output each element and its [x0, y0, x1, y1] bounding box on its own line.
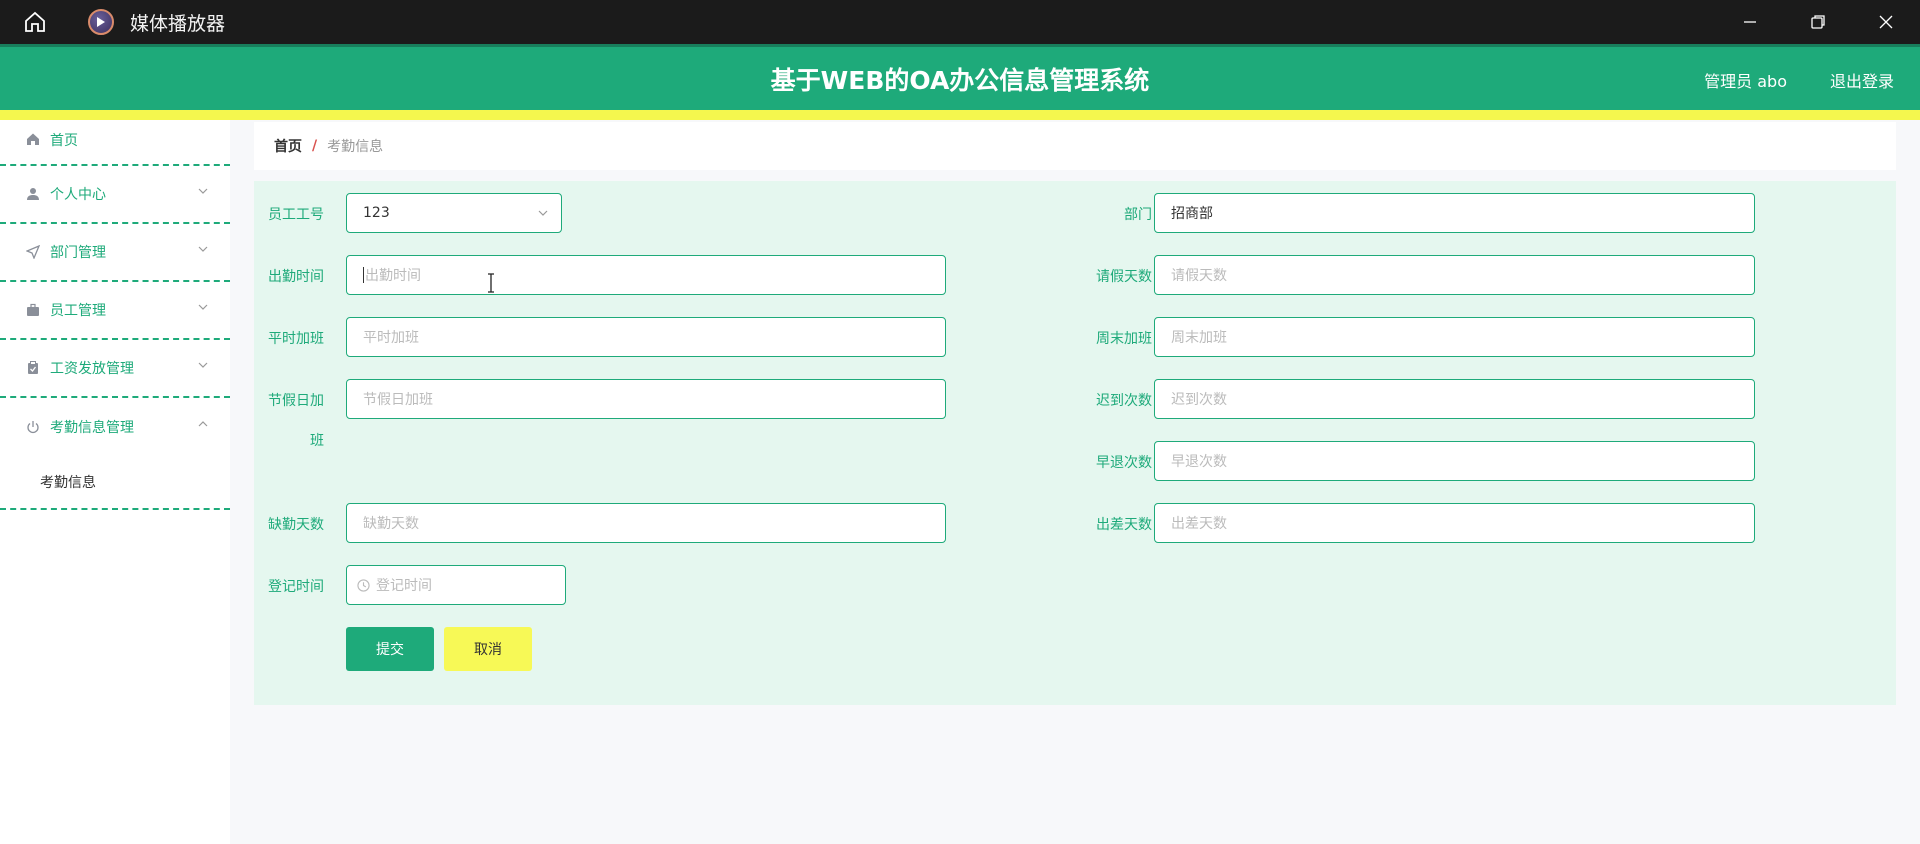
submit-button[interactable]: 提交	[346, 627, 434, 671]
current-user: 管理员 abo	[1704, 72, 1787, 91]
app-header: 基于WEB的OA办公信息管理系统 管理员 abo 退出登录	[0, 44, 1920, 110]
attendance-form: 员工工号 123 部门 招商部 出勤时间 出勤时间 请假天数 请假天数 平时加班…	[254, 181, 1896, 705]
holiday-overtime-label-line2: 班	[310, 433, 324, 449]
close-icon	[1879, 15, 1893, 29]
holiday-overtime-label-line1: 节假日加	[268, 393, 324, 409]
power-icon	[24, 418, 42, 436]
attendance-time-label: 出勤时间	[268, 269, 324, 285]
late-count-input[interactable]: 迟到次数	[1154, 379, 1755, 419]
early-leave-count-label: 早退次数	[1096, 455, 1152, 471]
weekend-overtime-input[interactable]: 周末加班	[1154, 317, 1755, 357]
sidebar-item-employee[interactable]: 员工管理	[0, 282, 230, 340]
sidebar-item-label: 个人中心	[50, 187, 106, 203]
minimize-button[interactable]	[1716, 0, 1784, 44]
sidebar-item-department[interactable]: 部门管理	[0, 224, 230, 282]
home-icon	[24, 130, 42, 148]
early-leave-count-placeholder: 早退次数	[1171, 454, 1227, 470]
absent-days-placeholder: 缺勤天数	[363, 516, 419, 532]
text-caret	[363, 267, 364, 283]
media-player-icon	[88, 9, 114, 35]
sidebar-item-label: 工资发放管理	[50, 361, 134, 377]
leave-days-label: 请假天数	[1096, 269, 1152, 285]
sidebar-group-attendance: 考勤信息管理 考勤信息	[0, 398, 230, 510]
breadcrumb-current: 考勤信息	[327, 139, 384, 155]
chevron-up-icon	[198, 421, 208, 427]
sidebar-item-attendance[interactable]: 考勤信息管理	[0, 398, 230, 456]
chevron-down-icon	[198, 362, 208, 368]
minimize-icon	[1744, 21, 1756, 23]
chevron-down-icon	[538, 210, 548, 216]
sidebar-item-label: 考勤信息管理	[50, 420, 134, 436]
sidebar-subitem-attendance-info[interactable]: 考勤信息	[0, 456, 230, 508]
department-label: 部门	[1124, 207, 1152, 223]
sidebar: 首页 个人中心 部门管理 员工管理 工资发放管理 考勤信息管理 考勤信息	[0, 120, 230, 844]
register-time-label: 登记时间	[268, 579, 324, 595]
department-field[interactable]: 招商部	[1154, 193, 1755, 233]
breadcrumb-home[interactable]: 首页	[274, 136, 302, 156]
chevron-down-icon	[198, 246, 208, 252]
business-trip-days-label: 出差天数	[1096, 517, 1152, 533]
chevron-down-icon	[198, 188, 208, 194]
home-icon[interactable]	[0, 0, 70, 44]
sidebar-item-label: 首页	[50, 133, 78, 149]
user-icon	[24, 185, 42, 203]
register-time-picker[interactable]: 登记时间	[346, 565, 566, 605]
weekend-overtime-label: 周末加班	[1096, 331, 1152, 347]
early-leave-count-input[interactable]: 早退次数	[1154, 441, 1755, 481]
briefcase-icon	[24, 301, 42, 319]
sidebar-item-salary[interactable]: 工资发放管理	[0, 340, 230, 398]
restore-button[interactable]	[1784, 0, 1852, 44]
sidebar-item-label: 部门管理	[50, 245, 106, 261]
employee-id-label: 员工工号	[268, 207, 324, 223]
employee-id-value: 123	[363, 205, 390, 221]
breadcrumb: 首页 / 考勤信息	[254, 122, 1896, 170]
absent-days-label: 缺勤天数	[268, 517, 324, 533]
late-count-label: 迟到次数	[1096, 393, 1152, 409]
holiday-overtime-placeholder: 节假日加班	[363, 392, 433, 408]
business-trip-days-input[interactable]: 出差天数	[1154, 503, 1755, 543]
breadcrumb-separator: /	[312, 138, 318, 154]
weekend-overtime-placeholder: 周末加班	[1171, 330, 1227, 346]
attendance-time-input[interactable]: 出勤时间	[346, 255, 946, 295]
logout-link[interactable]: 退出登录	[1830, 68, 1894, 92]
sidebar-item-home[interactable]: 首页	[0, 120, 230, 166]
attendance-time-placeholder: 出勤时间	[365, 268, 421, 284]
cancel-button[interactable]: 取消	[444, 627, 532, 671]
window-title: 媒体播放器	[130, 12, 226, 35]
sidebar-item-label: 员工管理	[50, 303, 106, 319]
register-time-placeholder: 登记时间	[376, 578, 432, 594]
window-titlebar: 媒体播放器	[0, 0, 1920, 44]
late-count-placeholder: 迟到次数	[1171, 392, 1227, 408]
department-value: 招商部	[1171, 206, 1213, 222]
send-icon	[24, 243, 42, 261]
leave-days-placeholder: 请假天数	[1171, 268, 1227, 284]
clipboard-icon	[24, 359, 42, 377]
weekday-overtime-placeholder: 平时加班	[363, 330, 419, 346]
weekday-overtime-label: 平时加班	[268, 331, 324, 347]
restore-icon	[1811, 15, 1825, 29]
system-title: 基于WEB的OA办公信息管理系统	[770, 66, 1150, 95]
chevron-down-icon	[198, 304, 208, 310]
leave-days-input[interactable]: 请假天数	[1154, 255, 1755, 295]
close-button[interactable]	[1852, 0, 1920, 44]
employee-id-select[interactable]: 123	[346, 193, 562, 233]
holiday-overtime-input[interactable]: 节假日加班	[346, 379, 946, 419]
clock-icon	[357, 578, 370, 592]
sidebar-item-personal-center[interactable]: 个人中心	[0, 166, 230, 224]
weekday-overtime-input[interactable]: 平时加班	[346, 317, 946, 357]
absent-days-input[interactable]: 缺勤天数	[346, 503, 946, 543]
header-accent-stripe	[0, 110, 1920, 120]
business-trip-days-placeholder: 出差天数	[1171, 516, 1227, 532]
window-controls	[1716, 0, 1920, 44]
text-cursor-icon	[488, 273, 494, 293]
